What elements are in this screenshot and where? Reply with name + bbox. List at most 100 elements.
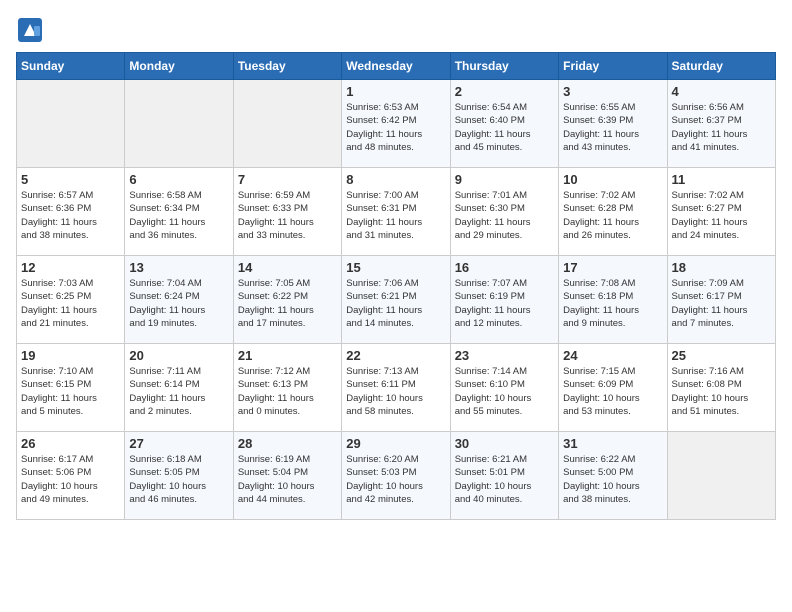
day-number: 15 xyxy=(346,260,445,275)
calendar-cell: 23 Sunrise: 7:14 AM Sunset: 6:10 PM Dayli… xyxy=(450,344,558,432)
header-row: SundayMondayTuesdayWednesdayThursdayFrid… xyxy=(17,53,776,80)
calendar-week-3: 12 Sunrise: 7:03 AM Sunset: 6:25 PM Dayli… xyxy=(17,256,776,344)
day-number: 4 xyxy=(672,84,771,99)
day-info: Sunrise: 7:04 AM Sunset: 6:24 PM Dayligh… xyxy=(129,277,228,330)
calendar-table: SundayMondayTuesdayWednesdayThursdayFrid… xyxy=(16,52,776,520)
day-info: Sunrise: 6:59 AM Sunset: 6:33 PM Dayligh… xyxy=(238,189,337,242)
day-number: 6 xyxy=(129,172,228,187)
calendar-cell: 14 Sunrise: 7:05 AM Sunset: 6:22 PM Dayli… xyxy=(233,256,341,344)
day-info: Sunrise: 7:10 AM Sunset: 6:15 PM Dayligh… xyxy=(21,365,120,418)
day-info: Sunrise: 7:15 AM Sunset: 6:09 PM Dayligh… xyxy=(563,365,662,418)
calendar-cell: 5 Sunrise: 6:57 AM Sunset: 6:36 PM Daylig… xyxy=(17,168,125,256)
calendar-cell xyxy=(667,432,775,520)
day-number: 3 xyxy=(563,84,662,99)
calendar-cell: 17Sunrise: 7:08 AM Sunset: 6:18 PM Dayli… xyxy=(559,256,667,344)
day-info: Sunrise: 6:21 AM Sunset: 5:01 PM Dayligh… xyxy=(455,453,554,506)
logo-icon xyxy=(16,16,44,44)
calendar-cell: 6 Sunrise: 6:58 AM Sunset: 6:34 PM Daylig… xyxy=(125,168,233,256)
calendar-week-1: 1 Sunrise: 6:53 AM Sunset: 6:42 PM Daylig… xyxy=(17,80,776,168)
calendar-cell: 4Sunrise: 6:56 AM Sunset: 6:37 PM Daylig… xyxy=(667,80,775,168)
day-header-tuesday: Tuesday xyxy=(233,53,341,80)
day-number: 9 xyxy=(455,172,554,187)
day-info: Sunrise: 6:22 AM Sunset: 5:00 PM Dayligh… xyxy=(563,453,662,506)
day-header-monday: Monday xyxy=(125,53,233,80)
calendar-cell: 31 Sunrise: 6:22 AM Sunset: 5:00 PM Dayli… xyxy=(559,432,667,520)
day-info: Sunrise: 7:08 AM Sunset: 6:18 PM Dayligh… xyxy=(563,277,662,330)
day-number: 20 xyxy=(129,348,228,363)
calendar-cell: 13 Sunrise: 7:04 AM Sunset: 6:24 PM Dayli… xyxy=(125,256,233,344)
day-info: Sunrise: 7:05 AM Sunset: 6:22 PM Dayligh… xyxy=(238,277,337,330)
day-number: 29 xyxy=(346,436,445,451)
day-info: Sunrise: 6:53 AM Sunset: 6:42 PM Dayligh… xyxy=(346,101,445,154)
day-info: Sunrise: 6:19 AM Sunset: 5:04 PM Dayligh… xyxy=(238,453,337,506)
day-number: 14 xyxy=(238,260,337,275)
day-number: 11 xyxy=(672,172,771,187)
day-info: Sunrise: 6:55 AM Sunset: 6:39 PM Dayligh… xyxy=(563,101,662,154)
day-number: 30 xyxy=(455,436,554,451)
calendar-cell: 24Sunrise: 7:15 AM Sunset: 6:09 PM Dayli… xyxy=(559,344,667,432)
calendar-cell: 15 Sunrise: 7:06 AM Sunset: 6:21 PM Dayli… xyxy=(342,256,450,344)
day-header-sunday: Sunday xyxy=(17,53,125,80)
calendar-cell: 10Sunrise: 7:02 AM Sunset: 6:28 PM Dayli… xyxy=(559,168,667,256)
calendar-cell: 16Sunrise: 7:07 AM Sunset: 6:19 PM Dayli… xyxy=(450,256,558,344)
calendar-cell: 8Sunrise: 7:00 AM Sunset: 6:31 PM Daylig… xyxy=(342,168,450,256)
calendar-cell: 11 Sunrise: 7:02 AM Sunset: 6:27 PM Dayli… xyxy=(667,168,775,256)
calendar-cell: 7Sunrise: 6:59 AM Sunset: 6:33 PM Daylig… xyxy=(233,168,341,256)
day-info: Sunrise: 7:06 AM Sunset: 6:21 PM Dayligh… xyxy=(346,277,445,330)
day-info: Sunrise: 6:57 AM Sunset: 6:36 PM Dayligh… xyxy=(21,189,120,242)
day-number: 22 xyxy=(346,348,445,363)
day-number: 31 xyxy=(563,436,662,451)
calendar-week-2: 5 Sunrise: 6:57 AM Sunset: 6:36 PM Daylig… xyxy=(17,168,776,256)
day-info: Sunrise: 7:01 AM Sunset: 6:30 PM Dayligh… xyxy=(455,189,554,242)
day-number: 21 xyxy=(238,348,337,363)
day-info: Sunrise: 7:02 AM Sunset: 6:27 PM Dayligh… xyxy=(672,189,771,242)
day-header-friday: Friday xyxy=(559,53,667,80)
day-header-wednesday: Wednesday xyxy=(342,53,450,80)
day-header-thursday: Thursday xyxy=(450,53,558,80)
day-info: Sunrise: 6:20 AM Sunset: 5:03 PM Dayligh… xyxy=(346,453,445,506)
day-info: Sunrise: 6:18 AM Sunset: 5:05 PM Dayligh… xyxy=(129,453,228,506)
day-number: 10 xyxy=(563,172,662,187)
day-number: 2 xyxy=(455,84,554,99)
day-number: 27 xyxy=(129,436,228,451)
day-number: 5 xyxy=(21,172,120,187)
calendar-cell: 3 Sunrise: 6:55 AM Sunset: 6:39 PM Daylig… xyxy=(559,80,667,168)
day-info: Sunrise: 7:07 AM Sunset: 6:19 PM Dayligh… xyxy=(455,277,554,330)
calendar-cell: 20 Sunrise: 7:11 AM Sunset: 6:14 PM Dayli… xyxy=(125,344,233,432)
calendar-cell: 9 Sunrise: 7:01 AM Sunset: 6:30 PM Daylig… xyxy=(450,168,558,256)
logo xyxy=(16,16,48,44)
calendar-cell: 21 Sunrise: 7:12 AM Sunset: 6:13 PM Dayli… xyxy=(233,344,341,432)
day-info: Sunrise: 7:00 AM Sunset: 6:31 PM Dayligh… xyxy=(346,189,445,242)
day-info: Sunrise: 7:09 AM Sunset: 6:17 PM Dayligh… xyxy=(672,277,771,330)
day-number: 13 xyxy=(129,260,228,275)
day-info: Sunrise: 6:54 AM Sunset: 6:40 PM Dayligh… xyxy=(455,101,554,154)
day-info: Sunrise: 7:03 AM Sunset: 6:25 PM Dayligh… xyxy=(21,277,120,330)
calendar-cell: 19 Sunrise: 7:10 AM Sunset: 6:15 PM Dayli… xyxy=(17,344,125,432)
calendar-cell: 2 Sunrise: 6:54 AM Sunset: 6:40 PM Daylig… xyxy=(450,80,558,168)
day-info: Sunrise: 7:13 AM Sunset: 6:11 PM Dayligh… xyxy=(346,365,445,418)
calendar-cell xyxy=(125,80,233,168)
calendar-cell: 12 Sunrise: 7:03 AM Sunset: 6:25 PM Dayli… xyxy=(17,256,125,344)
day-header-saturday: Saturday xyxy=(667,53,775,80)
page-header xyxy=(16,16,776,44)
calendar-cell: 22 Sunrise: 7:13 AM Sunset: 6:11 PM Dayli… xyxy=(342,344,450,432)
day-info: Sunrise: 6:58 AM Sunset: 6:34 PM Dayligh… xyxy=(129,189,228,242)
calendar-cell: 26Sunrise: 6:17 AM Sunset: 5:06 PM Dayli… xyxy=(17,432,125,520)
calendar-week-4: 19 Sunrise: 7:10 AM Sunset: 6:15 PM Dayli… xyxy=(17,344,776,432)
day-info: Sunrise: 7:16 AM Sunset: 6:08 PM Dayligh… xyxy=(672,365,771,418)
day-number: 23 xyxy=(455,348,554,363)
calendar-cell: 1 Sunrise: 6:53 AM Sunset: 6:42 PM Daylig… xyxy=(342,80,450,168)
day-info: Sunrise: 7:14 AM Sunset: 6:10 PM Dayligh… xyxy=(455,365,554,418)
day-info: Sunrise: 7:11 AM Sunset: 6:14 PM Dayligh… xyxy=(129,365,228,418)
calendar-cell: 29 Sunrise: 6:20 AM Sunset: 5:03 PM Dayli… xyxy=(342,432,450,520)
day-number: 25 xyxy=(672,348,771,363)
calendar-cell: 30 Sunrise: 6:21 AM Sunset: 5:01 PM Dayli… xyxy=(450,432,558,520)
day-number: 1 xyxy=(346,84,445,99)
calendar-cell: 25 Sunrise: 7:16 AM Sunset: 6:08 PM Dayli… xyxy=(667,344,775,432)
calendar-week-5: 26Sunrise: 6:17 AM Sunset: 5:06 PM Dayli… xyxy=(17,432,776,520)
day-number: 28 xyxy=(238,436,337,451)
calendar-cell: 27 Sunrise: 6:18 AM Sunset: 5:05 PM Dayli… xyxy=(125,432,233,520)
day-number: 19 xyxy=(21,348,120,363)
day-number: 12 xyxy=(21,260,120,275)
day-info: Sunrise: 7:12 AM Sunset: 6:13 PM Dayligh… xyxy=(238,365,337,418)
